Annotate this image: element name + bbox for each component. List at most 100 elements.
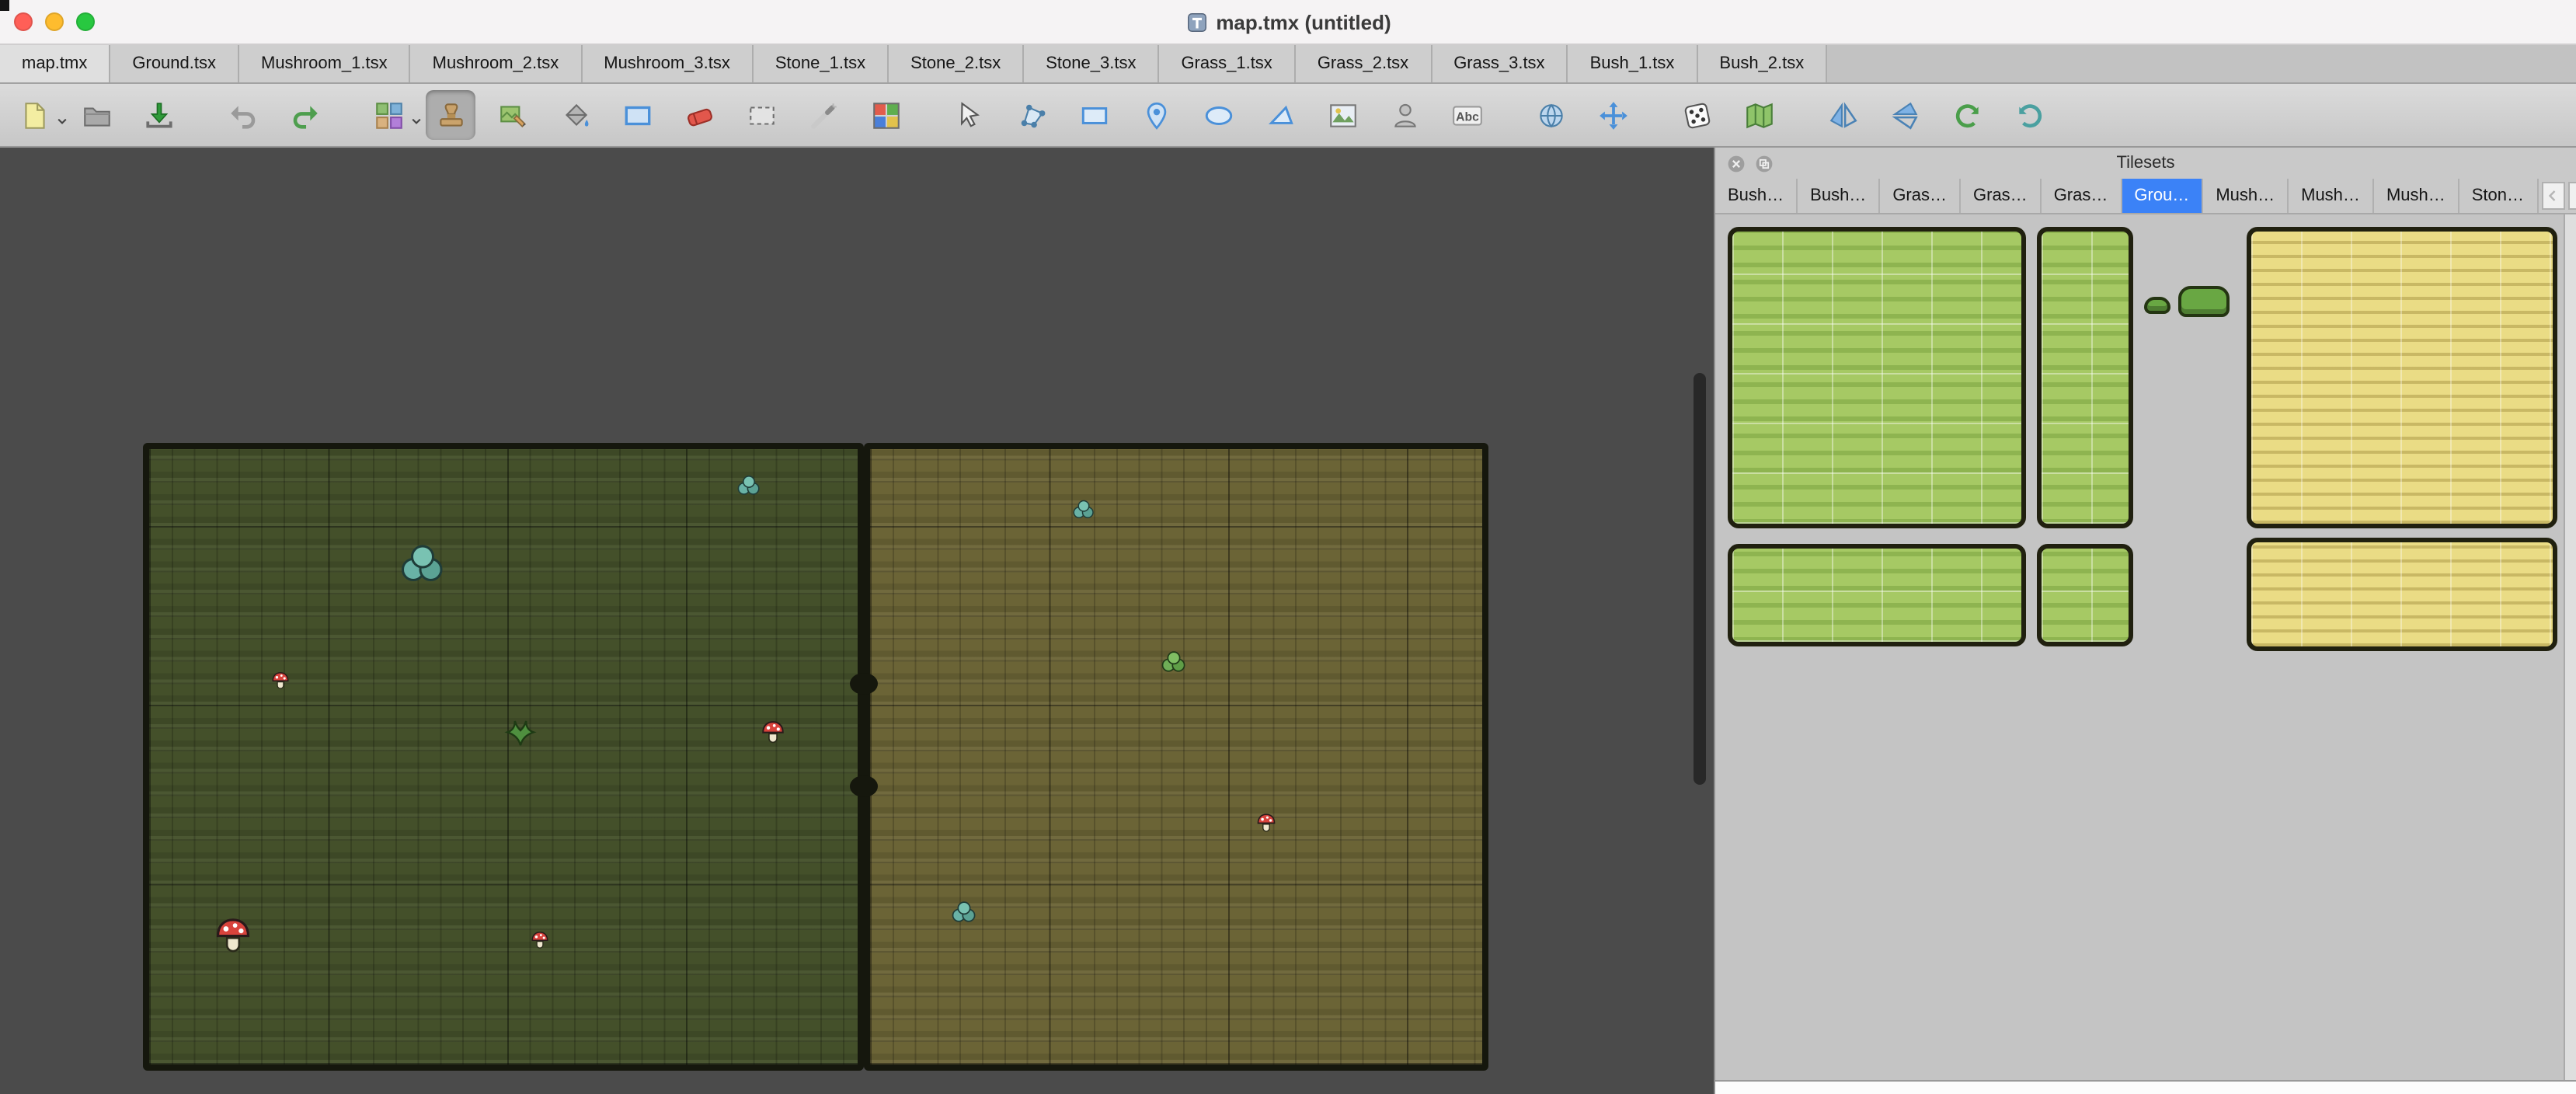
automap-button[interactable] <box>1734 90 1784 140</box>
document-tab[interactable]: Ground.tsx <box>110 45 239 82</box>
insert-text-button[interactable]: Abc <box>1442 90 1492 140</box>
tileset-tab[interactable]: Bush… <box>1798 179 1880 213</box>
tool-icon <box>142 99 175 131</box>
panel-float-button[interactable] <box>1754 153 1774 173</box>
tileset-tab[interactable]: Mush… <box>2203 179 2289 213</box>
world-tool-button[interactable] <box>1526 90 1575 140</box>
tool-icon <box>288 99 321 131</box>
document-tab-label: Mushroom_1.tsx <box>261 54 388 73</box>
open-button[interactable] <box>71 90 121 140</box>
tool-icon <box>1077 99 1110 131</box>
document-tab[interactable]: Bush_1.tsx <box>1568 45 1698 82</box>
tileset-tab[interactable]: Mush… <box>2289 179 2374 213</box>
tool-icon <box>226 99 259 131</box>
traffic-lights <box>14 0 95 44</box>
tool-icon <box>869 99 902 131</box>
insert-rectangle-button[interactable] <box>1069 90 1119 140</box>
document-tab-label: Stone_3.tsx <box>1046 54 1136 73</box>
tileset-decor-tuft[interactable] <box>2178 286 2230 317</box>
insert-template-button[interactable] <box>1380 90 1429 140</box>
rotate-left-button[interactable] <box>1942 90 1992 140</box>
tabs-scroll-left-button[interactable] <box>2541 182 2564 210</box>
document-tab[interactable]: map.tmx <box>0 45 110 82</box>
document-tab[interactable]: Stone_1.tsx <box>754 45 889 82</box>
select-objects-button[interactable] <box>945 90 994 140</box>
same-tile-select-button[interactable] <box>861 90 910 140</box>
document-tab-label: Ground.tsx <box>132 54 216 73</box>
document-tab[interactable]: Mushroom_3.tsx <box>582 45 754 82</box>
tileset-tab-label: Mush… <box>2301 186 2360 205</box>
layer-offset-button[interactable] <box>1588 90 1638 140</box>
rect-select-button[interactable] <box>736 90 786 140</box>
tileset-tab[interactable]: Gras… <box>2042 179 2122 213</box>
tileset-tab[interactable]: Mush… <box>2374 179 2459 213</box>
tileset-tab-controls <box>2538 179 2576 213</box>
tool-icon <box>1596 99 1629 131</box>
tool-icon <box>1264 99 1297 131</box>
tileset-block-grass-small[interactable] <box>2037 227 2133 528</box>
bucket-fill-button[interactable] <box>550 90 600 140</box>
tileset-block-grass-narrow[interactable] <box>2037 544 2133 646</box>
edit-polygons-button[interactable] <box>1007 90 1057 140</box>
redo-button[interactable] <box>280 90 329 140</box>
undo-button[interactable] <box>218 90 267 140</box>
tool-icon <box>434 99 467 131</box>
new-map-button[interactable] <box>9 90 59 140</box>
minimize-button[interactable] <box>45 12 64 31</box>
shape-fill-button[interactable] <box>612 90 662 140</box>
tileset-tab-label: Ston… <box>2472 186 2524 205</box>
panel-close-button[interactable] <box>1726 153 1746 173</box>
tileset-tab-label: Grou… <box>2134 186 2189 205</box>
document-tab[interactable]: Mushroom_2.tsx <box>411 45 583 82</box>
insert-ellipse-button[interactable] <box>1193 90 1243 140</box>
bush-decoration <box>951 898 977 925</box>
tool-icon <box>1742 99 1775 131</box>
insert-point-button[interactable] <box>1131 90 1181 140</box>
map-view[interactable] <box>0 148 1715 1094</box>
flip-vertical-button[interactable] <box>1880 90 1930 140</box>
map-vertical-scrollbar[interactable] <box>1694 373 1706 785</box>
tileset-block-sand-large[interactable] <box>2247 227 2557 528</box>
tool-icon <box>1140 99 1172 131</box>
tileset-tab[interactable]: Bush… <box>1715 179 1798 213</box>
flip-horizontal-button[interactable] <box>1818 90 1868 140</box>
tool-icon <box>621 99 653 131</box>
tileset-tab[interactable]: Gras… <box>1880 179 1961 213</box>
document-tab[interactable]: Grass_2.tsx <box>1296 45 1432 82</box>
document-tab[interactable]: Grass_1.tsx <box>1159 45 1295 82</box>
document-tab[interactable]: Bush_2.tsx <box>1697 45 1827 82</box>
close-button[interactable] <box>14 12 33 31</box>
tileset-scrollbar[interactable] <box>2564 214 2576 1080</box>
zoom-button[interactable] <box>76 12 95 31</box>
save-button[interactable] <box>134 90 183 140</box>
tileset-view[interactable] <box>1715 214 2576 1080</box>
tileset-block-grass-wide[interactable] <box>1728 544 2026 646</box>
insert-polygon-button[interactable] <box>1255 90 1305 140</box>
document-tab[interactable]: Stone_2.tsx <box>889 45 1024 82</box>
tool-icon <box>559 99 591 131</box>
tileset-tab[interactable]: Grou… <box>2122 179 2203 213</box>
tileset-tab[interactable]: Ston… <box>2459 179 2538 213</box>
rotate-right-button[interactable] <box>2004 90 2054 140</box>
mushroom-decoration <box>530 929 550 949</box>
tiled-app-icon <box>1185 10 1208 33</box>
tileset-block-grass-large[interactable] <box>1728 227 2026 528</box>
document-tab[interactable]: Mushroom_1.tsx <box>239 45 411 82</box>
map-canvas[interactable] <box>143 443 1488 1071</box>
terrain-brush-button[interactable] <box>488 90 538 140</box>
document-tab-label: Grass_2.tsx <box>1318 54 1408 73</box>
eraser-button[interactable] <box>674 90 724 140</box>
document-tab[interactable]: Stone_3.tsx <box>1024 45 1159 82</box>
insert-tile-button[interactable] <box>1318 90 1367 140</box>
stamps-button[interactable] <box>364 90 413 140</box>
chevron-down-icon <box>56 115 68 127</box>
tileset-tab[interactable]: Gras… <box>1961 179 2042 213</box>
tileset-decor-tuft[interactable] <box>2144 297 2170 314</box>
stamp-brush-button[interactable] <box>426 90 475 140</box>
tabs-scroll-right-button[interactable] <box>2567 182 2576 210</box>
tileset-tab-label: Bush… <box>1728 186 1784 205</box>
document-tab[interactable]: Grass_3.tsx <box>1432 45 1568 82</box>
random-mode-button[interactable] <box>1672 90 1721 140</box>
tileset-block-sand-wide[interactable] <box>2247 538 2557 651</box>
magic-wand-button[interactable] <box>799 90 848 140</box>
